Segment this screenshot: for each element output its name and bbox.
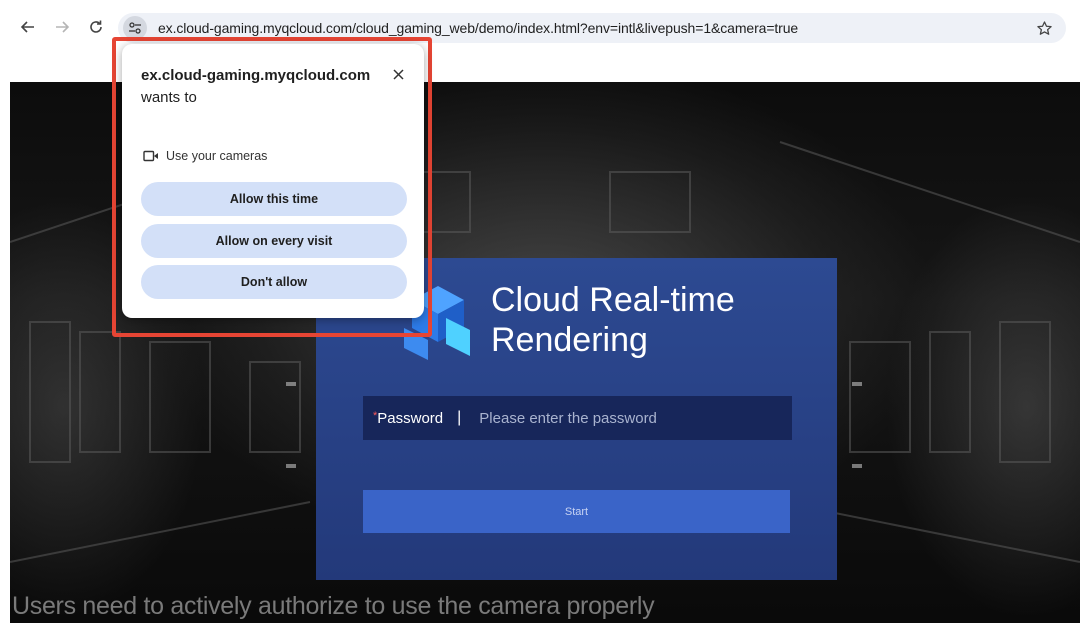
star-icon	[1036, 20, 1052, 35]
permission-row: Use your cameras	[143, 149, 267, 163]
password-label: *Password	[373, 410, 443, 427]
tune-icon	[129, 22, 141, 34]
close-icon	[392, 68, 404, 80]
bookmark-button[interactable]	[1032, 16, 1056, 40]
password-input[interactable]	[477, 408, 772, 428]
arrow-left-icon	[20, 21, 34, 33]
back-button[interactable]	[17, 16, 39, 38]
popup-site: ex.cloud-gaming.myqcloud.com	[141, 67, 371, 84]
dont-allow-button[interactable]: Don't allow	[141, 265, 407, 299]
app-title: Cloud Real-time Rendering	[491, 281, 735, 359]
caption-text: Users need to actively authorize to use …	[12, 592, 655, 620]
camera-permission-popup: ex.cloud-gaming.myqcloud.com wants to Us…	[122, 44, 424, 318]
start-button[interactable]: Start	[363, 490, 790, 533]
allow-this-time-button[interactable]: Allow this time	[141, 182, 407, 216]
field-separator: |	[457, 409, 462, 426]
allow-every-visit-button[interactable]: Allow on every visit	[141, 224, 407, 258]
password-field[interactable]: *Password |	[363, 396, 792, 440]
permission-text: Use your cameras	[166, 149, 268, 163]
popup-title: ex.cloud-gaming.myqcloud.com wants to	[141, 65, 381, 109]
popup-close-button[interactable]	[388, 64, 408, 84]
forward-button[interactable]	[51, 16, 73, 38]
popup-wants-text: wants to	[141, 89, 197, 106]
password-label-text: Password	[377, 409, 444, 427]
url-text[interactable]: ex.cloud-gaming.myqcloud.com/cloud_gamin…	[158, 20, 798, 36]
reload-icon	[90, 20, 102, 33]
arrow-right-icon	[56, 21, 70, 33]
reload-button[interactable]	[85, 16, 107, 38]
video-camera-icon	[143, 150, 158, 162]
